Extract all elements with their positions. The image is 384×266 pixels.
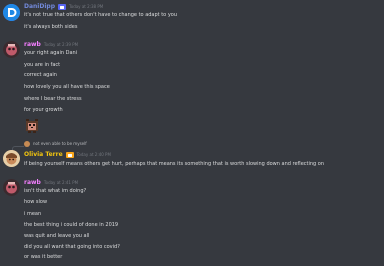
- pixel-bear-icon: [26, 119, 38, 133]
- message-text: did you all want that going into covid?: [24, 244, 120, 250]
- message-text: was quit and leave you all: [24, 233, 90, 239]
- avatar[interactable]: [3, 179, 20, 196]
- message-text: correct again: [24, 72, 57, 78]
- reply-preview-text: not even able to be myself: [33, 141, 87, 146]
- message-text: where I bear the stress: [24, 96, 82, 102]
- message-text: how lovely you all have this space: [24, 84, 110, 90]
- rawb-avatar-icon: [3, 41, 20, 58]
- message-text: your right again Dani: [24, 50, 78, 56]
- message-text: i mean: [24, 211, 42, 217]
- dani-avatar-icon: [3, 4, 20, 21]
- username[interactable]: DaniDipp: [24, 3, 55, 11]
- message-text: the best thing i could of done in 2019: [24, 222, 119, 228]
- avatar[interactable]: [3, 4, 20, 21]
- reply-avatar-icon: [24, 141, 30, 147]
- message-header: Olivia Terre Today at 2:40 PM: [24, 150, 111, 160]
- message-text: isn't that what im doing?: [24, 188, 87, 194]
- timestamp: Today at 2:41 PM: [43, 180, 79, 185]
- pixel-bear-sticker[interactable]: [24, 118, 40, 134]
- timestamp: Today at 2:39 PM: [43, 42, 79, 47]
- chat-message-list: DaniDipp Today at 2:38 PM it's not true …: [0, 0, 384, 266]
- message-text: or was it better: [24, 254, 63, 260]
- reply-reference[interactable]: not even able to be myself: [24, 141, 87, 147]
- message-text: if being yourself means others get hurt,…: [24, 161, 325, 167]
- rawb-avatar-icon: [3, 179, 20, 196]
- message-text: you are in fact: [24, 62, 61, 68]
- username[interactable]: rawb: [24, 41, 41, 49]
- avatar[interactable]: [3, 41, 20, 58]
- message-text: how slow: [24, 199, 48, 205]
- bot-icon: [57, 4, 66, 10]
- message-text: it's always both sides: [24, 24, 78, 30]
- avatar[interactable]: [3, 150, 20, 167]
- olivia-avatar-icon: [3, 150, 20, 167]
- timestamp: Today at 2:38 PM: [68, 4, 104, 9]
- timestamp: Today at 2:40 PM: [76, 152, 111, 157]
- message-text: for your growth: [24, 107, 63, 113]
- message-text: it's not true that others don't have to …: [24, 12, 178, 18]
- username[interactable]: Olivia Terre: [24, 151, 63, 159]
- verified-icon: [65, 152, 74, 158]
- username[interactable]: rawb: [24, 179, 41, 187]
